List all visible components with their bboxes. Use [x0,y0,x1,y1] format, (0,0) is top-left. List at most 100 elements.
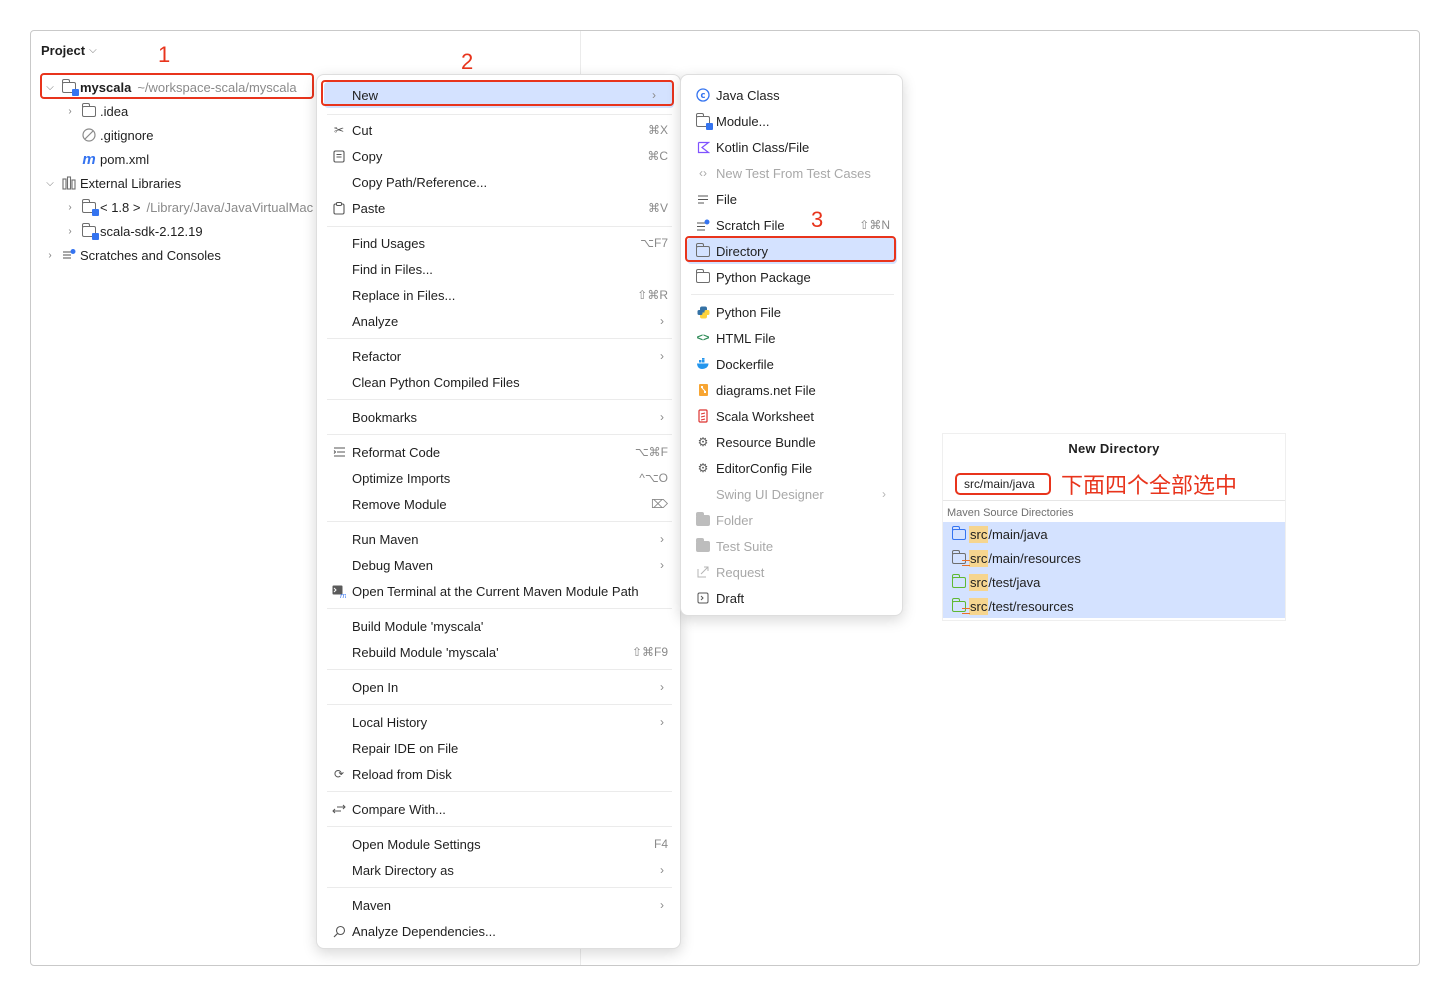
submenu-item-folder[interactable]: Folder [681,507,904,533]
menu-item-label: Paste [352,200,386,216]
menu-item-bookmarks[interactable]: Bookmarks › [317,404,682,430]
menu-item-label: Draft [716,590,745,606]
menu-item-cut[interactable]: ✂ Cut ⌘X [317,117,682,143]
project-header-label: Project [41,43,86,58]
menu-item-open-terminal[interactable]: m Open Terminal at the Current Maven Mod… [317,578,682,604]
menu-item-label: Dockerfile [716,356,774,372]
submenu-item-python-file[interactable]: Python File [681,299,904,325]
submenu-item-module[interactable]: Module... [681,108,904,134]
menu-item-label: Replace in Files... [352,287,456,303]
menu-item-maven[interactable]: Maven › [317,892,682,918]
submenu-item-test-suite[interactable]: Test Suite [681,533,904,559]
menu-item-optimize-imports[interactable]: Optimize Imports ^⌥O [317,465,682,491]
menu-item-copy-path[interactable]: Copy Path/Reference... [317,169,682,195]
menu-item-reformat-code[interactable]: Reformat Code ⌥⌘F [317,439,682,465]
tree-item-label: Scratches and Consoles [80,247,221,263]
project-view-header[interactable]: Project ⌵ [41,43,97,58]
menu-item-refactor[interactable]: Refactor › [317,343,682,369]
menu-item-remove-module[interactable]: Remove Module ⌦ [317,491,682,517]
tree-item-label: .idea [100,103,129,119]
submenu-item-editorconfig[interactable]: ⚙ EditorConfig File [681,455,904,481]
section-label: Maven Source Directories [947,507,1074,519]
menu-item-rebuild-module[interactable]: Rebuild Module 'myscala' ⇧⌘F9 [317,639,682,665]
menu-item-shortcut: ⇧⌘R [637,288,668,302]
gear-icon: ⚙ [697,435,709,449]
menu-item-label: Reload from Disk [352,766,452,782]
tree-item-gitignore[interactable]: .gitignore [81,124,153,146]
menu-item-shortcut: ⌘X [647,123,668,137]
menu-item-find-in-files[interactable]: Find in Files... [317,256,682,282]
directory-name-value: src/main/java [964,477,1035,491]
submenu-item-kotlin[interactable]: Kotlin Class/File [681,134,904,160]
menu-item-repair-ide[interactable]: Repair IDE on File [317,735,682,761]
submenu-item-resource-bundle[interactable]: ⚙ Resource Bundle [681,429,904,455]
chevron-right-icon[interactable]: › [43,250,57,261]
menu-item-compare-with[interactable]: Compare With... [317,796,682,822]
diagrams-icon [695,382,711,398]
submenu-item-request[interactable]: Request [681,559,904,585]
chevron-down-icon: ⌵ [89,45,97,56]
tree-item-label: .gitignore [100,127,154,143]
tree-item-scratches[interactable]: › Scratches and Consoles [43,244,221,266]
chevron-right-icon[interactable]: › [63,202,77,213]
suggestion-item-main-resources[interactable]: src/main/resources [951,546,1081,570]
menu-item-reload-from-disk[interactable]: ⟳ Reload from Disk [317,761,682,787]
library-folder-icon [81,222,99,240]
annotation-box-3 [685,236,896,262]
submenu-item-scratch-file[interactable]: Scratch File ⇧⌘N [681,212,904,238]
tree-item-jdk[interactable]: › < 1.8 > /Library/Java/JavaVirtualMac [63,196,318,218]
menu-item-local-history[interactable]: Local History › [317,709,682,735]
menu-item-label: Remove Module [352,496,447,512]
menu-item-shortcut: ⇧⌘F9 [631,645,668,659]
menu-item-debug-maven[interactable]: Debug Maven › [317,552,682,578]
submenu-item-swing-ui[interactable]: Swing UI Designer › [681,481,904,507]
chevron-right-icon[interactable]: › [63,226,77,237]
tree-item-pom[interactable]: m pom.xml [81,148,149,170]
menu-item-run-maven[interactable]: Run Maven › [317,526,682,552]
submenu-item-java-class[interactable]: c Java Class [681,82,904,108]
submenu-item-draft[interactable]: Draft [681,585,904,611]
submenu-item-dockerfile[interactable]: Dockerfile [681,351,904,377]
submenu-item-new-test[interactable]: ‹› New Test From Test Cases [681,160,904,186]
menu-separator [327,608,672,609]
suggestion-item-main-java[interactable]: src/main/java [951,522,1048,546]
menu-item-label: Build Module 'myscala' [352,618,484,634]
suggestion-rest: /main/java [988,526,1048,542]
menu-item-paste[interactable]: Paste ⌘V [317,195,682,221]
submenu-item-file[interactable]: File [681,186,904,212]
menu-item-build-module[interactable]: Build Module 'myscala' [317,613,682,639]
docker-icon [695,356,711,372]
menu-separator [327,114,672,115]
menu-item-analyze-dependencies[interactable]: Analyze Dependencies... [317,918,682,944]
chevron-right-icon[interactable]: › [63,106,77,117]
scratches-icon [61,247,77,263]
menu-item-copy[interactable]: Copy ⌘C [317,143,682,169]
menu-item-module-settings[interactable]: Open Module Settings F4 [317,831,682,857]
reformat-icon [331,444,347,460]
tree-item-external-libraries[interactable]: ⌵ External Libraries [43,172,181,194]
menu-item-find-usages[interactable]: Find Usages ⌥F7 [317,230,682,256]
tree-item-idea[interactable]: › .idea [63,100,128,122]
kotlin-icon [695,139,711,155]
submenu-item-python-package[interactable]: Python Package [681,264,904,290]
menu-item-mark-directory[interactable]: Mark Directory as › [317,857,682,883]
submenu-item-diagrams[interactable]: diagrams.net File [681,377,904,403]
submenu-item-scala-worksheet[interactable]: Scala Worksheet [681,403,904,429]
menu-item-label: Optimize Imports [352,470,451,486]
menu-item-shortcut: ⌘C [647,149,668,163]
suggestion-item-test-resources[interactable]: src/test/resources [951,594,1074,618]
menu-item-shortcut: ^⌥O [639,471,668,485]
menu-item-shortcut: ⌦ [651,497,668,511]
menu-item-clean-python[interactable]: Clean Python Compiled Files [317,369,682,395]
menu-item-replace-in-files[interactable]: Replace in Files... ⇧⌘R [317,282,682,308]
menu-item-label: Cut [352,122,373,138]
menu-item-label: File [716,191,737,207]
tree-item-scala-sdk[interactable]: › scala-sdk-2.12.19 [63,220,203,242]
submenu-item-html-file[interactable]: <> HTML File [681,325,904,351]
menu-item-open-in[interactable]: Open In › [317,674,682,700]
directory-name-input[interactable]: src/main/java [955,473,1051,495]
suggestion-item-test-java[interactable]: src/test/java [951,570,1040,594]
svg-text:m: m [340,592,346,598]
chevron-down-icon[interactable]: ⌵ [43,178,57,189]
menu-item-analyze[interactable]: Analyze › [317,308,682,334]
